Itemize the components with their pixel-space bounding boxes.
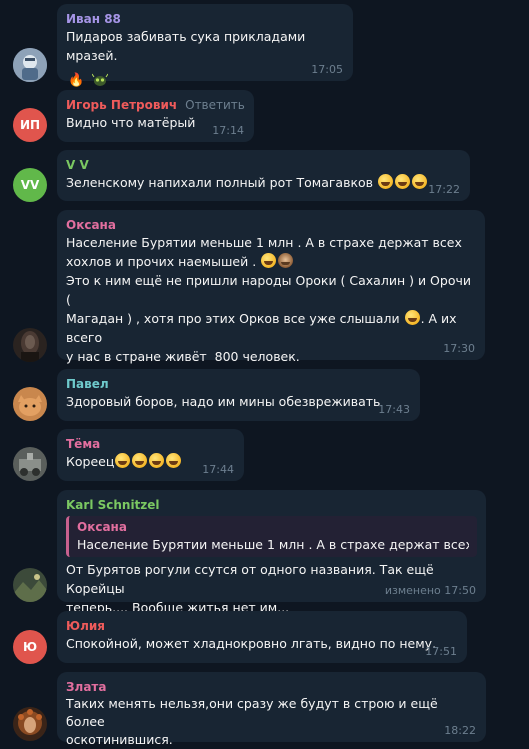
laughing-emoji-icon xyxy=(115,453,131,468)
text-line: Магадан ) , хотя про этих Орков все уже … xyxy=(66,311,400,326)
sender-name-text[interactable]: Игорь Петрович xyxy=(66,98,177,112)
avatar-initials: VV xyxy=(20,178,40,192)
laughing-emoji-icon xyxy=(166,453,182,468)
see-no-evil-monkey-icon xyxy=(278,253,294,268)
avatar-initials: ИП xyxy=(19,118,41,132)
medusa-avatar-icon[interactable] xyxy=(13,707,47,741)
avatar-initials: Ю xyxy=(22,640,38,654)
message-text: Таких менять нельзя,они сразу же будут в… xyxy=(66,695,477,749)
message-time: 17:51 xyxy=(425,645,457,658)
text-line: Таких менять нельзя,они сразу же будут в… xyxy=(66,696,442,729)
message-time: 18:22 xyxy=(444,724,476,737)
rofl-emoji-icon xyxy=(378,174,394,189)
text-line: Это к ним ещё не пришли народы Ороки ( С… xyxy=(66,273,475,307)
message-time: 17:14 xyxy=(212,124,244,137)
laughing-emoji-icon xyxy=(404,310,420,325)
sender-name[interactable]: V V xyxy=(66,157,461,173)
message-bubble: Karl Schnitzel Оксана Население Бурятии … xyxy=(57,490,486,615)
message-text-content: Кореец xyxy=(66,454,115,469)
message-bubble: Юлия Спокойной, может хладнокровно лгать… xyxy=(57,611,467,663)
quoted-message[interactable]: Оксана Население Бурятии меньше 1 млн . … xyxy=(66,516,477,557)
message-time: 17:30 xyxy=(443,342,475,355)
rofl-emoji-icon xyxy=(412,174,428,189)
message-time: 17:22 xyxy=(428,183,460,196)
reply-link[interactable]: Ответить xyxy=(185,98,245,112)
fire-icon[interactable]: 🔥 xyxy=(66,69,86,91)
message-text: Здоровый боров, надо им мины обезврежива… xyxy=(66,394,381,409)
sender-name[interactable]: Злата xyxy=(66,679,477,695)
message-bubble: Игорь Петрович Ответить Видно что матёрый… xyxy=(57,90,254,142)
initials-avatar[interactable]: Ю xyxy=(13,630,47,664)
initials-avatar[interactable]: VV xyxy=(13,168,47,202)
quoted-text: Население Бурятии меньше 1 млн . А в стр… xyxy=(77,537,469,552)
text-line: хохлов и прочих наемышей . xyxy=(66,254,257,269)
message-bubble: Тёма Кореец 17:44 xyxy=(57,429,244,481)
sender-name: Игорь Петрович Ответить xyxy=(66,97,245,113)
rofl-emoji-icon xyxy=(395,174,411,189)
message-time: 17:43 xyxy=(378,403,410,416)
text-line: у нас в стране живёт 800 человек. xyxy=(66,349,300,364)
character-avatar-icon[interactable] xyxy=(13,48,47,82)
message-text-content: Зеленскому напихали полный рот Томагавко… xyxy=(66,175,374,190)
sender-name[interactable]: Павел xyxy=(66,376,411,392)
initials-avatar[interactable]: ИП xyxy=(13,108,47,142)
laughing-emoji-icon xyxy=(132,453,148,468)
message-time: изменено 17:50 xyxy=(384,584,476,597)
text-line: оскотинившися. xyxy=(66,732,173,747)
sender-name[interactable]: Karl Schnitzel xyxy=(66,497,477,513)
message-text: Зеленскому напихали полный рот Томагавко… xyxy=(66,173,461,192)
message-bubble: Злата Таких менять нельзя,они сразу же б… xyxy=(57,672,486,747)
message-text: Пидаров забивать сука прикладами мразей. xyxy=(66,29,310,63)
bug-face-icon[interactable] xyxy=(90,69,110,91)
sender-name[interactable]: Юлия xyxy=(66,618,458,634)
message-bubble: Иван 88 Пидаров забивать сука прикладами… xyxy=(57,4,353,88)
dark-portrait-avatar-icon[interactable] xyxy=(13,328,47,362)
message-text: Спокойной, может хладнокровно лгать, вид… xyxy=(66,636,437,651)
quoted-sender-name: Оксана xyxy=(77,520,127,534)
reactions: 🔥 xyxy=(66,69,344,91)
text-line: От Бурятов рогули ссутся от одного назва… xyxy=(66,562,438,596)
text-line: Население Бурятии меньше 1 млн . А в стр… xyxy=(66,235,462,250)
message-time: 17:44 xyxy=(202,463,234,476)
message-bubble: Оксана Население Бурятии меньше 1 млн . … xyxy=(57,210,485,392)
message-time: 17:05 xyxy=(311,63,343,76)
landscape-avatar-icon[interactable] xyxy=(13,568,47,602)
message-bubble: Павел Здоровый боров, надо им мины обезв… xyxy=(57,369,420,421)
sender-name[interactable]: Оксана xyxy=(66,217,476,233)
sender-name[interactable]: Тёма xyxy=(66,436,235,452)
laughing-emoji-icon xyxy=(261,253,277,268)
machine-avatar-icon[interactable] xyxy=(13,447,47,481)
laughing-emoji-icon xyxy=(149,453,165,468)
cat-avatar-icon[interactable] xyxy=(13,387,47,421)
message-bubble: V V Зеленскому напихали полный рот Томаг… xyxy=(57,150,470,201)
sender-name[interactable]: Иван 88 xyxy=(66,11,344,27)
message-text: Население Бурятии меньше 1 млн . А в стр… xyxy=(66,233,476,366)
